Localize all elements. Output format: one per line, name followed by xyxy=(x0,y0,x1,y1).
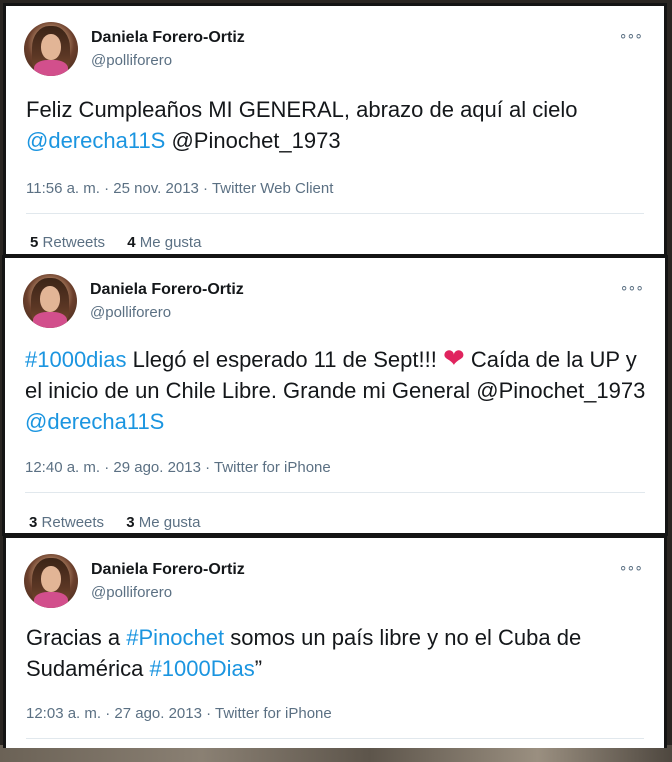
username-handle[interactable]: @polliforero xyxy=(90,304,171,321)
likes-count: 4 xyxy=(127,234,136,251)
tweet-card[interactable]: Daniela Forero-Ortiz @polliforero ∘∘∘ #1… xyxy=(2,255,668,536)
divider xyxy=(26,738,644,739)
avatar[interactable] xyxy=(24,22,78,76)
more-options-icon[interactable]: ∘∘∘ xyxy=(620,280,644,294)
engagement-stats: 3 Retweets 3 Me gusta xyxy=(29,514,218,531)
retweets-label: Retweets xyxy=(41,514,105,531)
likes-label: Me gusta xyxy=(138,514,201,531)
retweets-count: 5 xyxy=(30,234,39,251)
tweet-card[interactable]: Daniela Forero-Ortiz @polliforero ∘∘∘ Gr… xyxy=(3,535,667,748)
hashtag-link[interactable]: #Pinochet xyxy=(126,625,224,650)
tweet-timestamp[interactable]: 12:03 a. m. · 27 ago. 2013 · Twitter for… xyxy=(26,705,332,722)
username-handle[interactable]: @polliforero xyxy=(91,52,172,69)
more-options-icon[interactable]: ∘∘∘ xyxy=(619,28,643,42)
heart-emoji-icon: ❤ xyxy=(442,343,465,373)
tweet-text-segment: ” xyxy=(254,656,263,681)
mention-link[interactable]: @derecha11S xyxy=(25,409,164,434)
likes-label: Me gusta xyxy=(139,234,202,251)
hashtag-link[interactable]: #1000Dias xyxy=(150,656,255,681)
avatar[interactable] xyxy=(24,554,78,608)
tweet-timestamp[interactable]: 12:40 a. m. · 29 ago. 2013 · Twitter for… xyxy=(25,459,331,476)
retweets-stat[interactable]: 3 Retweets xyxy=(29,514,104,531)
retweets-stat[interactable]: 5 Retweets xyxy=(30,234,105,251)
engagement-stats: 5 Retweets 4 Me gusta xyxy=(30,234,219,251)
retweets-label: Retweets xyxy=(42,234,106,251)
divider xyxy=(25,492,645,493)
divider xyxy=(26,213,644,214)
display-name[interactable]: Daniela Forero-Ortiz xyxy=(91,29,245,47)
tweet-timestamp[interactable]: 11:56 a. m. · 25 nov. 2013 · Twitter Web… xyxy=(26,180,333,197)
tweet-text-segment: Llegó el esperado 11 de Sept!!! xyxy=(126,347,443,372)
avatar[interactable] xyxy=(23,274,77,328)
more-options-icon[interactable]: ∘∘∘ xyxy=(619,560,643,574)
username-handle[interactable]: @polliforero xyxy=(91,584,172,601)
hashtag-link[interactable]: #1000dias xyxy=(25,347,127,372)
tweet-text-segment: Feliz Cumpleaños MI GENERAL, abrazo de a… xyxy=(26,97,578,122)
tweet-text-segment: Gracias a xyxy=(26,625,127,650)
display-name[interactable]: Daniela Forero-Ortiz xyxy=(90,281,244,299)
likes-stat[interactable]: 3 Me gusta xyxy=(126,514,200,531)
likes-count: 3 xyxy=(126,514,135,531)
tweet-text: #1000dias Llegó el esperado 11 de Sept!!… xyxy=(25,343,653,437)
tweet-text-segment: @Pinochet_1973 xyxy=(165,128,341,153)
likes-stat[interactable]: 4 Me gusta xyxy=(127,234,201,251)
tweet-text: Gracias a #Pinochet somos un país libre … xyxy=(26,622,654,684)
mention-link[interactable]: @derecha11S xyxy=(26,128,165,153)
tweet-text: Feliz Cumpleaños MI GENERAL, abrazo de a… xyxy=(26,94,654,156)
display-name[interactable]: Daniela Forero-Ortiz xyxy=(91,561,245,579)
tweet-card[interactable]: Daniela Forero-Ortiz @polliforero ∘∘∘ Fe… xyxy=(3,3,667,257)
retweets-count: 3 xyxy=(29,514,38,531)
